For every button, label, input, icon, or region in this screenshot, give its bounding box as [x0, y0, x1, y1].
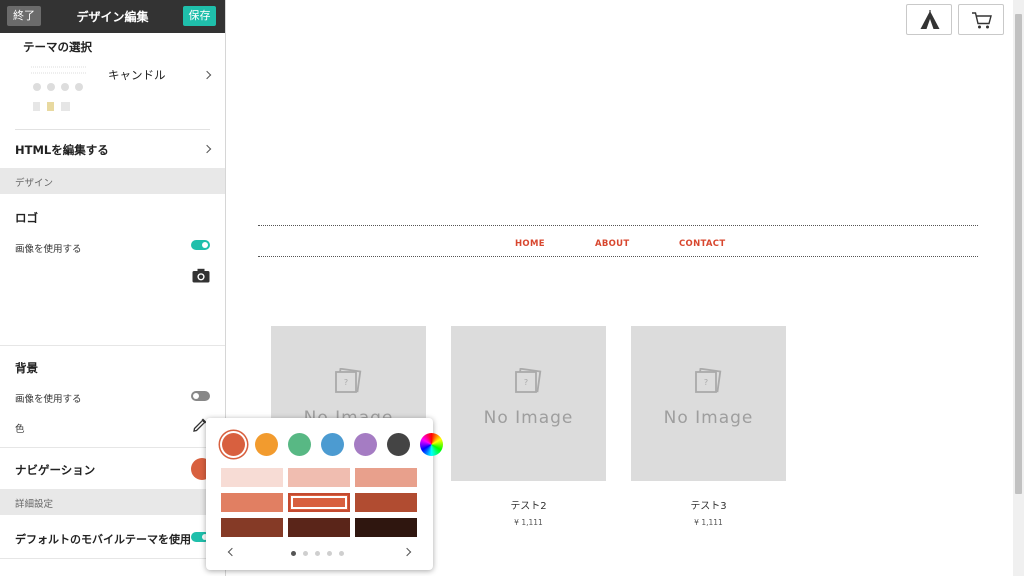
background-color-label: 色	[15, 424, 25, 435]
product-image-placeholder: ? No Image	[631, 326, 786, 481]
advanced-section-header: 詳細設定	[0, 489, 225, 515]
image-placeholder-icon: ?	[515, 368, 542, 393]
product-price: ¥ 1,111	[514, 518, 543, 527]
color-picker-popup	[206, 418, 443, 570]
base-color-swatch[interactable]	[288, 433, 311, 456]
nav-link-contact[interactable]: CONTACT	[679, 239, 725, 249]
nav-bottom-rule	[258, 256, 978, 257]
theme-name: キャンドル	[108, 68, 166, 82]
chevron-right-icon	[202, 70, 212, 80]
logo-use-image-toggle[interactable]	[191, 240, 210, 250]
page-dot[interactable]	[315, 551, 320, 556]
background-use-image-toggle[interactable]	[191, 391, 210, 401]
svg-text:?: ?	[524, 378, 528, 387]
shade-swatch[interactable]	[221, 468, 283, 487]
shade-swatch[interactable]	[288, 493, 350, 512]
product-card[interactable]: ? No Image テスト3 ¥ 1,111	[631, 326, 786, 527]
theme-select-row[interactable]: キャンドル	[0, 55, 225, 125]
product-image-placeholder: ? No Image	[451, 326, 606, 481]
product-name: テスト2	[510, 501, 547, 512]
svg-text:?: ?	[344, 378, 348, 387]
navigation-label: ナビゲーション	[15, 463, 96, 477]
product-card[interactable]: ? No Image テスト2 ¥ 1,111	[451, 326, 606, 527]
background-title: 背景	[15, 361, 38, 375]
shade-swatch[interactable]	[288, 468, 350, 487]
html-edit-row[interactable]: HTMLを編集する	[0, 130, 225, 168]
tent-icon	[920, 10, 940, 29]
nav-top-rule	[258, 225, 978, 226]
design-section-label: デザイン	[15, 178, 54, 189]
theme-section-label: テーマの選択	[23, 40, 92, 54]
product-name: テスト3	[690, 501, 727, 512]
tent-button[interactable]	[906, 4, 952, 35]
shade-swatch[interactable]	[355, 518, 417, 537]
shade-swatch[interactable]	[355, 493, 417, 512]
custom-color-wheel[interactable]	[420, 433, 443, 456]
sidebar-topbar: 終了 デザイン編集 保存	[0, 0, 225, 33]
chevron-right-icon	[202, 144, 212, 154]
design-section-header: デザイン	[0, 168, 225, 194]
image-placeholder-icon: ?	[335, 368, 362, 393]
svg-text:?: ?	[704, 378, 708, 387]
logo-title: ロゴ	[15, 211, 38, 225]
shade-swatch[interactable]	[288, 518, 350, 537]
page-dot[interactable]	[339, 551, 344, 556]
base-color-swatch[interactable]	[222, 433, 245, 456]
chevron-right-icon[interactable]	[402, 547, 412, 557]
advanced-section-label: 詳細設定	[15, 499, 54, 510]
base-color-swatch[interactable]	[387, 433, 410, 456]
design-editor-sidebar: 終了 デザイン編集 保存 テーマの選択 キャンドル HTMLを編集する デザイン…	[0, 0, 226, 576]
image-placeholder-icon: ?	[695, 368, 722, 393]
shade-swatch[interactable]	[221, 493, 283, 512]
preview-scrollbar[interactable]	[1013, 0, 1024, 576]
divider	[0, 345, 225, 346]
cart-button[interactable]	[958, 4, 1004, 35]
page-dot[interactable]	[291, 551, 296, 556]
chevron-left-icon[interactable]	[227, 547, 237, 557]
cart-icon	[972, 12, 992, 29]
mobile-theme-label: デフォルトのモバイルテーマを使用	[15, 533, 191, 546]
scrollbar-thumb[interactable]	[1015, 14, 1022, 494]
html-edit-label: HTMLを編集する	[15, 143, 109, 157]
no-image-text: No Image	[663, 408, 754, 428]
product-price: ¥ 1,111	[694, 518, 723, 527]
logo-use-image-label: 画像を使用する	[15, 244, 82, 255]
base-color-swatch[interactable]	[255, 433, 278, 456]
page-dot[interactable]	[327, 551, 332, 556]
no-image-text: No Image	[483, 408, 574, 428]
theme-thumbnail	[27, 60, 99, 118]
divider	[0, 447, 225, 448]
shade-swatch[interactable]	[355, 468, 417, 487]
nav-link-home[interactable]: HOME	[515, 239, 545, 249]
save-button[interactable]: 保存	[183, 6, 216, 26]
background-use-image-label: 画像を使用する	[15, 394, 82, 405]
nav-link-about[interactable]: ABOUT	[595, 239, 629, 249]
page-dot[interactable]	[303, 551, 308, 556]
base-color-swatch[interactable]	[354, 433, 377, 456]
shade-swatch[interactable]	[221, 518, 283, 537]
camera-icon[interactable]	[192, 268, 210, 283]
base-color-swatch[interactable]	[321, 433, 344, 456]
divider	[0, 558, 225, 559]
